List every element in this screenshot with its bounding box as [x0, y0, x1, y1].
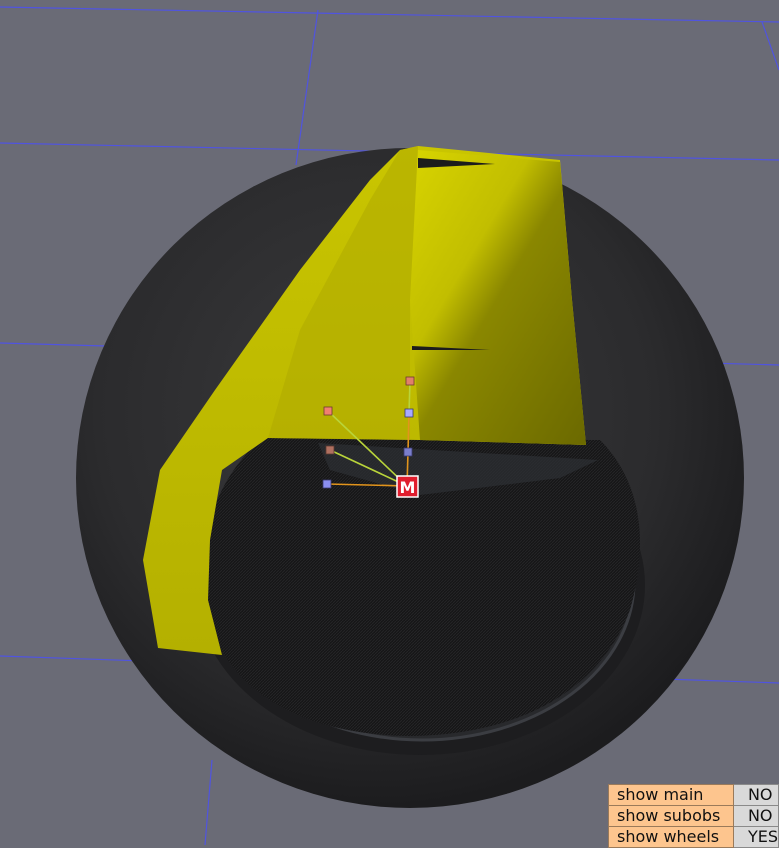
helper-node[interactable]	[322, 479, 332, 489]
helper-node[interactable]	[405, 376, 415, 386]
helper-node[interactable]	[403, 447, 413, 457]
helper-node[interactable]	[323, 406, 333, 416]
helper-node[interactable]	[325, 445, 335, 455]
property-row-show-subobs[interactable]: show subobs NO	[608, 805, 779, 827]
property-label: show wheels	[608, 826, 734, 848]
3d-viewport[interactable]: M	[0, 0, 779, 845]
property-label: show main	[608, 784, 734, 806]
main-marker[interactable]: M	[396, 475, 419, 498]
property-value-toggle[interactable]: NO	[732, 784, 779, 806]
property-row-show-main[interactable]: show main NO	[608, 784, 779, 806]
property-row-show-wheels[interactable]: show wheels YES	[608, 826, 779, 848]
helper-node[interactable]	[404, 408, 414, 418]
property-label: show subobs	[608, 805, 734, 827]
property-value-toggle[interactable]: YES	[732, 826, 779, 848]
properties-panel: show main NO show subobs NO show wheels …	[608, 784, 779, 848]
property-value-toggle[interactable]: NO	[732, 805, 779, 827]
main-marker-label: M	[400, 478, 416, 497]
